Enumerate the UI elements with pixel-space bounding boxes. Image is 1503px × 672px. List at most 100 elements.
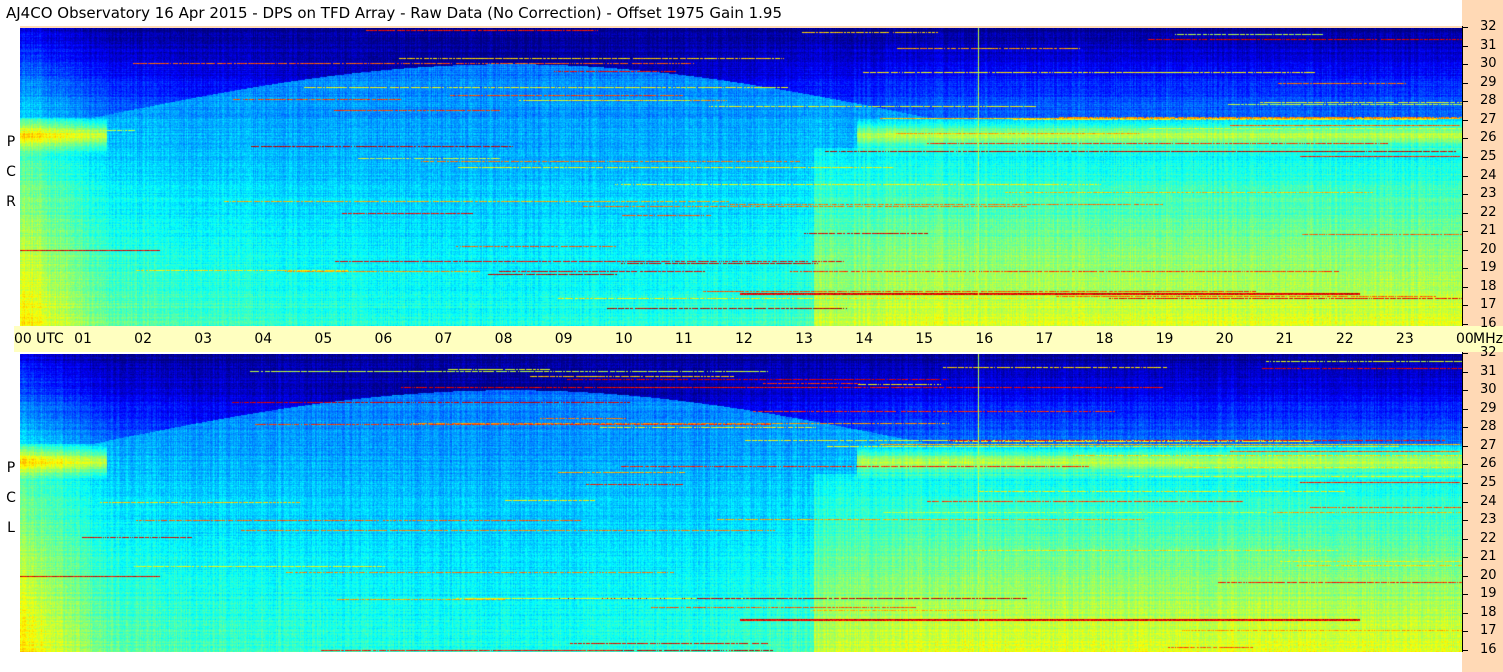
hour-tick-label: 12 (735, 331, 753, 347)
frequency-tick-label: 29 (1480, 400, 1497, 416)
frequency-tick (1462, 594, 1468, 596)
frequency-tick-label: 19 (1480, 260, 1497, 276)
frequency-tick (1462, 119, 1468, 121)
frequency-tick (1462, 194, 1468, 196)
frequency-tick-label: 22 (1480, 530, 1497, 546)
hour-tick-label: 20 (1215, 331, 1234, 347)
hour-tick-label: 01 (74, 331, 92, 347)
hour-tick-label: 09 (554, 331, 573, 347)
frequency-tick-label: 22 (1480, 204, 1497, 220)
frequency-tick-label: 23 (1480, 186, 1497, 202)
lcp-polarization-label: P C L (4, 453, 18, 543)
frequency-tick-label: 24 (1480, 493, 1497, 509)
frequency-tick-label: 26 (1480, 130, 1497, 146)
frequency-tick (1462, 612, 1468, 614)
polarization-letter: L (7, 520, 15, 536)
spectrogram-title: AJ4CO Observatory 16 Apr 2015 - DPS on T… (6, 4, 783, 22)
rcp-spectrogram-canvas (20, 28, 1462, 326)
frequency-tick (1462, 557, 1468, 559)
frequency-tick-label: 31 (1480, 363, 1497, 379)
frequency-tick (1462, 353, 1468, 354)
frequency-tick-label: 27 (1480, 437, 1497, 453)
frequency-tick-label: 21 (1480, 549, 1497, 565)
frequency-tick (1462, 231, 1468, 233)
frequency-tick-label: 28 (1480, 93, 1497, 109)
frequency-tick-label: 27 (1480, 111, 1497, 127)
hour-tick-label: 05 (314, 331, 333, 347)
frequency-tick (1462, 324, 1468, 325)
frequency-tick (1462, 371, 1468, 373)
frequency-tick-label: 25 (1480, 474, 1497, 490)
hour-tick-label: 13 (795, 331, 813, 347)
frequency-tick-label: 28 (1480, 419, 1497, 435)
frequency-tick (1462, 427, 1468, 429)
utc-label: UTC (36, 331, 64, 347)
frequency-tick (1462, 408, 1468, 410)
frequency-tick (1462, 101, 1468, 103)
frequency-tick-label: 30 (1480, 382, 1497, 398)
hour-tick-label: 16 (975, 331, 994, 347)
hour-tick-label: 21 (1275, 331, 1294, 347)
frequency-tick-label: 17 (1480, 623, 1497, 639)
hour-tick-label: 02 (134, 331, 152, 347)
frequency-tick (1462, 286, 1468, 288)
lcp-spectrogram-canvas (20, 354, 1462, 652)
frequency-tick (1462, 650, 1468, 651)
frequency-tick-label: 26 (1480, 456, 1497, 472)
frequency-tick (1462, 27, 1468, 28)
frequency-tick (1462, 464, 1468, 466)
hour-tick-label: 18 (1095, 331, 1114, 347)
frequency-tick (1462, 538, 1468, 540)
frequency-tick (1462, 482, 1468, 484)
frequency-tick-label: 23 (1480, 512, 1497, 528)
frequency-tick-label: 18 (1480, 278, 1497, 294)
frequency-tick-label: 21 (1480, 223, 1497, 239)
hour-tick-label: 19 (1155, 331, 1174, 347)
polarization-letter: P (6, 460, 16, 476)
rcp-polarization-label: P C R (4, 127, 18, 217)
frequency-tick-label: 29 (1480, 74, 1497, 90)
frequency-tick (1462, 138, 1468, 140)
hour-tick-label: 10 (614, 331, 633, 347)
frequency-tick-label: 30 (1480, 56, 1497, 72)
frequency-tick-label: 16 (1480, 316, 1497, 331)
frequency-tick (1462, 631, 1468, 633)
hour-tick-label: 00 (14, 331, 32, 347)
lcp-spectrogram (20, 354, 1462, 652)
frequency-tick-label: 31 (1480, 37, 1497, 53)
hour-tick-label: 03 (194, 331, 213, 347)
frequency-tick-label: 19 (1480, 586, 1497, 602)
hour-tick-label: 15 (915, 331, 934, 347)
frequency-tick (1462, 156, 1468, 158)
frequency-tick-label: 17 (1480, 297, 1497, 313)
frequency-tick (1462, 390, 1468, 392)
frequency-tick (1462, 175, 1468, 177)
hour-tick-label: 04 (254, 331, 273, 347)
hour-tick-label: 23 (1395, 331, 1414, 347)
frequency-tick (1462, 445, 1468, 447)
frequency-tick (1462, 64, 1468, 66)
rcp-spectrogram (20, 28, 1462, 326)
frequency-tick (1462, 268, 1468, 270)
frequency-tick (1462, 501, 1468, 503)
hour-tick-label: 22 (1335, 331, 1354, 347)
frequency-tick (1462, 575, 1468, 577)
hour-tick-label: 07 (434, 331, 453, 347)
polarization-letter: C (6, 490, 16, 506)
frequency-tick (1462, 212, 1468, 214)
polarization-letter: P (6, 134, 16, 150)
polarization-letter: C (6, 164, 16, 180)
frequency-tick (1462, 249, 1468, 251)
frequency-tick-label: 32 (1480, 345, 1497, 360)
hour-tick-label: 11 (674, 331, 693, 347)
polarization-letter: R (6, 194, 16, 210)
hour-tick-label: 00 (1456, 331, 1474, 347)
frequency-tick (1462, 520, 1468, 522)
frequency-tick-label: 24 (1480, 167, 1497, 183)
frequency-tick-label: 20 (1480, 241, 1497, 257)
hour-tick-label: 06 (374, 331, 393, 347)
frequency-tick (1462, 305, 1468, 307)
hour-tick-label: 08 (494, 331, 513, 347)
frequency-tick-label: 18 (1480, 604, 1497, 620)
utc-time-axis: 00 01 02 03 04 05 06 07 08 09 10 11 12 13 14 15 16 17 18 19… (14, 326, 1503, 352)
